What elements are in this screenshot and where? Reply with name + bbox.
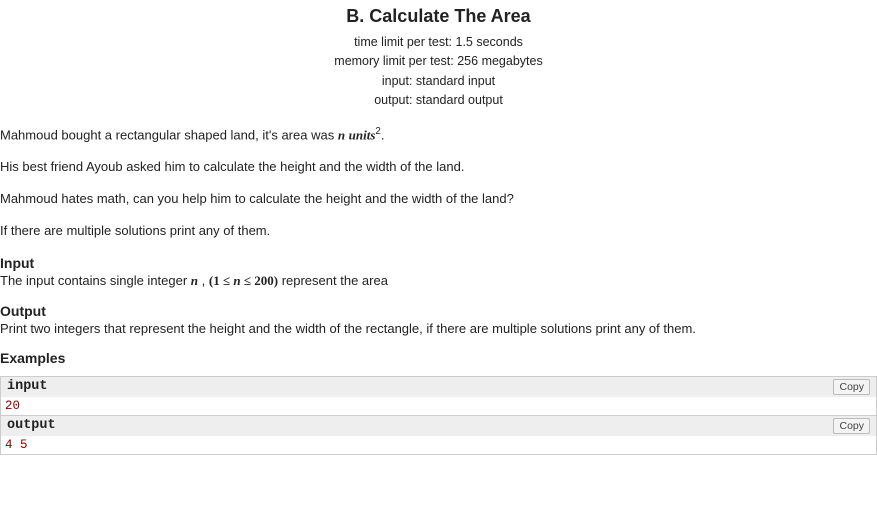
memory-limit: memory limit per test: 256 megabytes bbox=[0, 52, 877, 71]
problem-title: B. Calculate The Area bbox=[0, 6, 877, 27]
example-input-data: 20 bbox=[1, 397, 876, 415]
output-text: Print two integers that represent the he… bbox=[0, 321, 877, 336]
output-heading: Output bbox=[0, 303, 877, 319]
statement-p4: If there are multiple solutions print an… bbox=[0, 222, 877, 240]
example-output-data: 4 5 bbox=[1, 436, 876, 454]
example-output-label: output bbox=[7, 418, 56, 433]
example-input-block: input Copy 20 bbox=[0, 376, 877, 416]
statement-p1: Mahmoud bought a rectangular shaped land… bbox=[0, 125, 877, 145]
time-limit: time limit per test: 1.5 seconds bbox=[0, 33, 877, 52]
statement-p3: Mahmoud hates math, can you help him to … bbox=[0, 190, 877, 208]
examples-heading: Examples bbox=[0, 350, 877, 366]
statement-p2: His best friend Ayoub asked him to calcu… bbox=[0, 158, 877, 176]
example-output-block: output Copy 4 5 bbox=[0, 416, 877, 455]
copy-input-button[interactable]: Copy bbox=[833, 379, 870, 395]
input-file: input: standard input bbox=[0, 72, 877, 91]
input-text: The input contains single integer n , (1… bbox=[0, 273, 877, 289]
input-heading: Input bbox=[0, 255, 877, 271]
example-input-label: input bbox=[7, 379, 48, 394]
copy-output-button[interactable]: Copy bbox=[833, 418, 870, 434]
output-file: output: standard output bbox=[0, 91, 877, 110]
